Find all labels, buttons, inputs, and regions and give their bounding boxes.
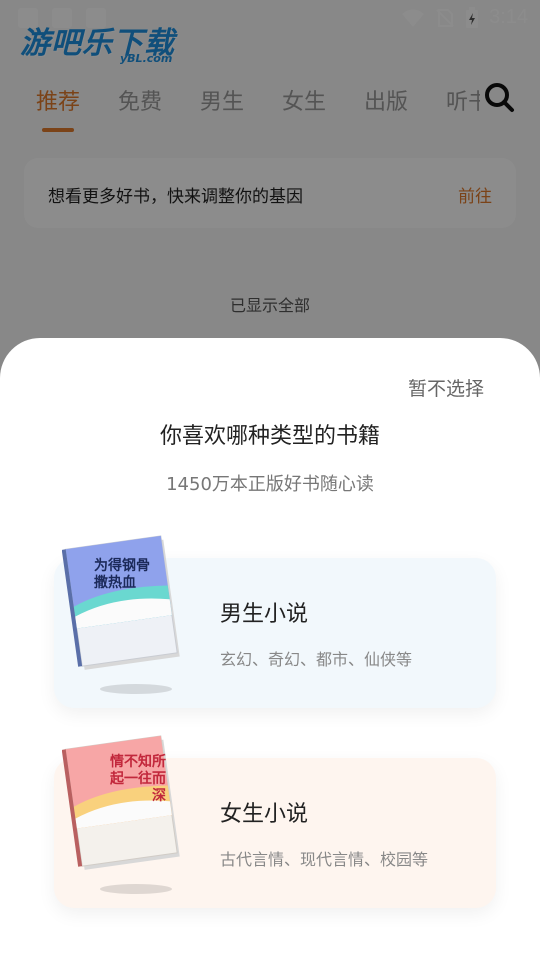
female-novel-desc: 古代言情、现代言情、校园等: [220, 850, 429, 869]
sheet-subtitle: 1450万本正版好书随心读: [166, 474, 374, 495]
genre-preference-sheet: 暂不选择 你喜欢哪种类型的书籍 1450万本正版好书随心读 男生小说 玄幻、奇幻…: [0, 338, 540, 960]
skip-button[interactable]: 暂不选择: [408, 374, 484, 401]
book-stack-illustration: [61, 535, 180, 670]
male-book-cover-title: 为得钢骨撒热血: [94, 558, 150, 591]
female-book-cover-image: 情不知所起一往而深: [61, 730, 182, 894]
book-shadow: [100, 684, 172, 694]
book-shadow: [100, 884, 172, 894]
male-novel-title: 男生小说: [220, 602, 309, 627]
sheet-title: 你喜欢哪种类型的书籍: [159, 424, 380, 449]
male-book-cover-image: 为得钢骨撒热血: [61, 530, 182, 694]
female-novel-title: 女生小说: [220, 802, 309, 827]
book-stack-illustration: [61, 735, 180, 870]
male-novel-desc: 玄幻、奇幻、都市、仙侠等: [220, 650, 413, 669]
female-book-cover-title: 情不知所起一往而深: [110, 754, 166, 804]
